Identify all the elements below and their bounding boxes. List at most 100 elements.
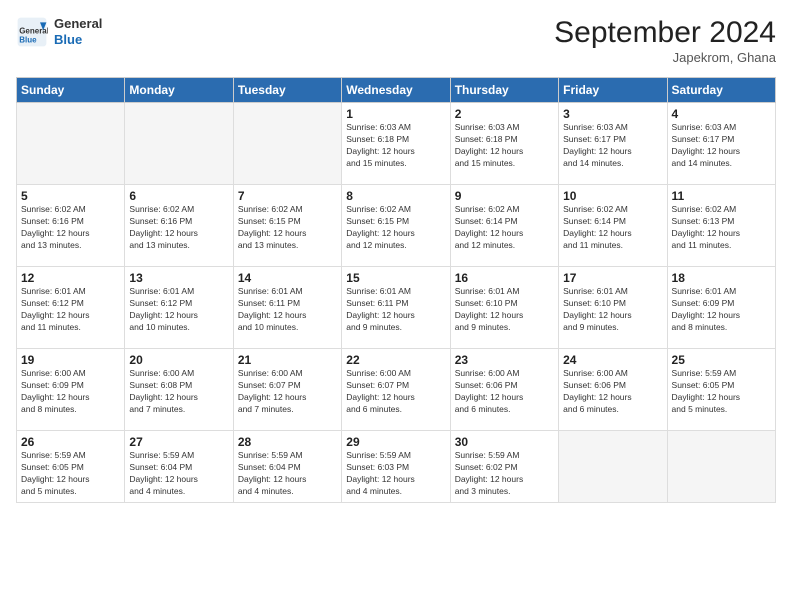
day-info-line: Daylight: 12 hours (129, 228, 198, 238)
table-row: 18Sunrise: 6:01 AMSunset: 6:09 PMDayligh… (667, 267, 775, 349)
day-info-line: Sunset: 6:14 PM (563, 216, 626, 226)
day-number: 19 (21, 353, 120, 367)
day-info-line: Daylight: 12 hours (129, 310, 198, 320)
table-row: 6Sunrise: 6:02 AM Sunset: 6:16 PM Daylight… (125, 185, 233, 267)
day-info-line: and 4 minutes. (346, 486, 402, 496)
day-info: Sunrise: 6:01 AMSunset: 6:10 PMDaylight:… (563, 286, 662, 334)
day-info-line: and 6 minutes. (563, 404, 619, 414)
day-info-line: Sunset: 6:09 PM (672, 298, 735, 308)
table-row: 10Sunrise: 6:02 AMSunset: 6:14 PMDayligh… (559, 185, 667, 267)
table-row: 12Sunrise: 6:01 AMSunset: 6:12 PMDayligh… (17, 267, 125, 349)
day-info-line: Sunset: 6:18 PM (455, 134, 518, 144)
page-container: General Blue General Blue September 2024… (0, 0, 792, 511)
day-info-line: Daylight: 12 hours (238, 228, 307, 238)
day-info-line: Daylight: 12 hours (672, 228, 741, 238)
day-info-line: Daylight: 12 hours (238, 474, 307, 484)
day-info-line: Sunset: 6:17 PM (672, 134, 735, 144)
table-row: 2Sunrise: 6:03 AMSunset: 6:18 PMDaylight… (450, 103, 558, 185)
day-info: Sunrise: 6:03 AM Sunset: 6:17 PM Daylight:… (672, 122, 771, 170)
day-info-line: Sunset: 6:13 PM (672, 216, 735, 226)
day-info-line: Sunset: 6:03 PM (346, 462, 409, 472)
day-number: 6 (129, 189, 228, 203)
day-info: Sunrise: 6:02 AMSunset: 6:15 PMDaylight:… (346, 204, 445, 252)
day-info-line: and 15 minutes. (455, 158, 515, 168)
day-info-line: Sunset: 6:16 PM (129, 216, 192, 226)
day-number: 15 (346, 271, 445, 285)
day-info: Sunrise: 5:59 AMSunset: 6:04 PMDaylight:… (129, 450, 228, 498)
day-info-line: and 8 minutes. (21, 404, 77, 414)
location: Japekrom, Ghana (554, 50, 776, 65)
day-info-line: Sunrise: 5:59 AM (129, 450, 194, 460)
table-row: 5Sunrise: 6:02 AMSunset: 6:16 PMDaylight… (17, 185, 125, 267)
day-info-line: Sunrise: 6:00 AM (346, 368, 411, 378)
day-info-line: and 10 minutes. (129, 322, 189, 332)
logo-text: General Blue (54, 16, 102, 47)
day-info-line: Sunrise: 6:02 AM (129, 204, 194, 214)
day-info-line: Daylight: 12 hours (672, 310, 741, 320)
day-number: 20 (129, 353, 228, 367)
day-info: Sunrise: 5:59 AMSunset: 6:02 PMDaylight:… (455, 450, 554, 498)
day-info: Sunrise: 6:03 AMSunset: 6:18 PMDaylight:… (455, 122, 554, 170)
day-info-line: and 6 minutes. (455, 404, 511, 414)
day-number: 27 (129, 435, 228, 449)
day-info: Sunrise: 6:01 AMSunset: 6:11 PMDaylight:… (346, 286, 445, 334)
day-info-line: Sunrise: 6:02 AM (455, 204, 520, 214)
table-row: 9Sunrise: 6:02 AMSunset: 6:14 PMDaylight… (450, 185, 558, 267)
day-info-line: Sunrise: 6:03 AM (672, 122, 737, 132)
day-info: Sunrise: 6:01 AMSunset: 6:10 PMDaylight:… (455, 286, 554, 334)
day-info-line: Daylight: 12 hours (455, 228, 524, 238)
header-tuesday: Tuesday (233, 78, 341, 103)
day-number: 26 (21, 435, 120, 449)
table-row: 24Sunrise: 6:00 AMSunset: 6:06 PMDayligh… (559, 349, 667, 431)
day-info-line: Sunset: 6:12 PM (129, 298, 192, 308)
table-row (667, 431, 775, 503)
day-info-line: Sunrise: 6:01 AM (672, 286, 737, 296)
table-row: 17Sunrise: 6:01 AMSunset: 6:10 PMDayligh… (559, 267, 667, 349)
logo-icon: General Blue (16, 16, 48, 48)
day-info-line: Sunrise: 6:01 AM (21, 286, 86, 296)
day-info: Sunrise: 6:00 AMSunset: 6:08 PMDaylight:… (129, 368, 228, 416)
table-row: 16Sunrise: 6:01 AMSunset: 6:10 PMDayligh… (450, 267, 558, 349)
day-info-line: Daylight: 12 hours (672, 146, 741, 156)
day-info: Sunrise: 6:00 AMSunset: 6:09 PMDaylight:… (21, 368, 120, 416)
calendar-row: 12Sunrise: 6:01 AMSunset: 6:12 PMDayligh… (17, 267, 776, 349)
day-number: 4 (672, 107, 771, 121)
day-info-line: Sunrise: 5:59 AM (455, 450, 520, 460)
table-row: 11Sunrise: 6:02 AM Sunset: 6:13 PM Dayligh… (667, 185, 775, 267)
day-info-line: Sunrise: 6:03 AM (455, 122, 520, 132)
month-title: September 2024 (554, 16, 776, 50)
day-number: 23 (455, 353, 554, 367)
day-info-line: and 10 minutes. (238, 322, 298, 332)
header-thursday: Thursday (450, 78, 558, 103)
day-number: 2 (455, 107, 554, 121)
day-info: Sunrise: 6:00 AMSunset: 6:07 PMDaylight:… (346, 368, 445, 416)
day-info-line: and 6 minutes. (346, 404, 402, 414)
header: General Blue General Blue September 2024… (16, 16, 776, 65)
day-info-line: Daylight: 12 hours (238, 392, 307, 402)
day-info-line: Sunset: 6:02 PM (455, 462, 518, 472)
day-info: Sunrise: 5:59 AMSunset: 6:05 PMDaylight:… (672, 368, 771, 416)
day-info: Sunrise: 6:00 AMSunset: 6:07 PMDaylight:… (238, 368, 337, 416)
day-info-line: Sunset: 6:08 PM (129, 380, 192, 390)
day-info-line: and 13 minutes. (129, 240, 189, 250)
table-row: 1Sunrise: 6:03 AMSunset: 6:18 PMDaylight… (342, 103, 450, 185)
day-info-line: Sunrise: 6:00 AM (129, 368, 194, 378)
day-info-line: and 13 minutes. (21, 240, 81, 250)
day-info-line: Sunset: 6:06 PM (455, 380, 518, 390)
day-info-line: Sunset: 6:17 PM (563, 134, 626, 144)
day-info-line: Daylight: 12 hours (21, 310, 90, 320)
day-number: 25 (672, 353, 771, 367)
header-saturday: Saturday (667, 78, 775, 103)
day-info: Sunrise: 6:00 AMSunset: 6:06 PMDaylight:… (563, 368, 662, 416)
table-row: 20Sunrise: 6:00 AMSunset: 6:08 PMDayligh… (125, 349, 233, 431)
day-info-line: Sunrise: 6:00 AM (455, 368, 520, 378)
day-info-line: and 9 minutes. (563, 322, 619, 332)
day-number: 29 (346, 435, 445, 449)
day-number: 11 (672, 189, 771, 203)
day-info: Sunrise: 6:01 AMSunset: 6:11 PMDaylight:… (238, 286, 337, 334)
table-row: 3Sunrise: 6:03 AMSunset: 6:17 PMDaylight… (559, 103, 667, 185)
day-info-line: Daylight: 12 hours (346, 146, 415, 156)
table-row: 15Sunrise: 6:01 AMSunset: 6:11 PMDayligh… (342, 267, 450, 349)
day-number: 17 (563, 271, 662, 285)
day-info-line: Sunrise: 6:02 AM (672, 204, 737, 214)
